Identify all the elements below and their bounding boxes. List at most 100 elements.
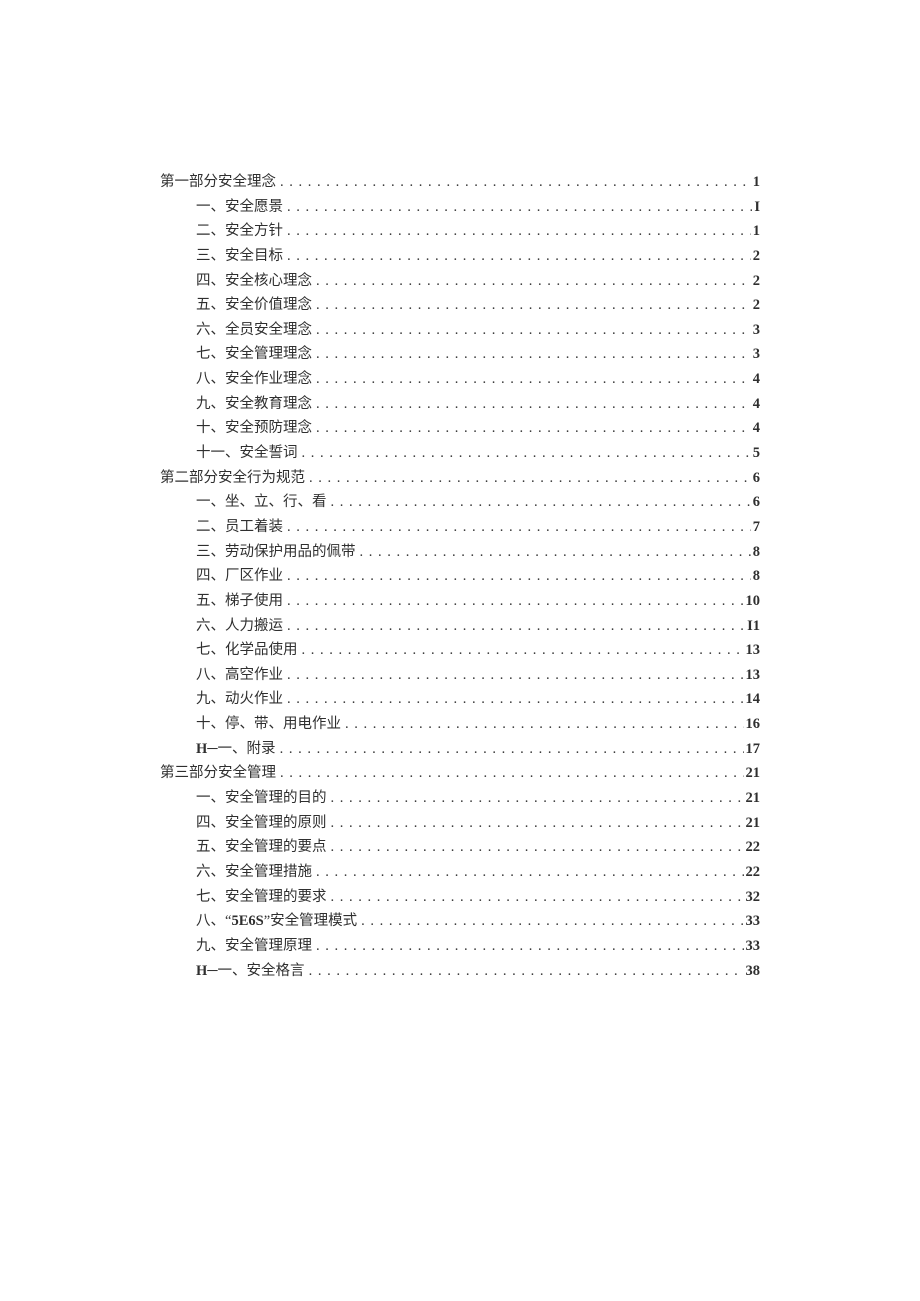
toc-entry: 九、安全教育理念 4 — [160, 392, 760, 417]
toc-leader-dots — [316, 269, 751, 294]
toc-entry: 五、梯子使用10 — [160, 589, 760, 614]
toc-leader-dots — [287, 614, 745, 639]
toc-entry-page: 2 — [751, 269, 760, 294]
toc-entry: 十、安全预防理念 4 — [160, 416, 760, 441]
toc-entry: 四、安全管理的原则 21 — [160, 811, 760, 836]
toc-leader-dots — [331, 811, 744, 836]
toc-entry-label: 第二部分安全行为规范 — [160, 466, 305, 491]
toc-leader-dots — [316, 367, 751, 392]
toc-entry-page: 6 — [751, 490, 760, 515]
document-page: 第一部分安全理念1一、安全愿景I二、安全方针1三、安全目标2四、安全核心理念2五… — [0, 0, 920, 1301]
toc-entry-page: 2 — [751, 293, 760, 318]
toc-leader-dots — [287, 515, 751, 540]
toc-leader-dots — [316, 934, 744, 959]
toc-entry-page: 3 — [751, 342, 760, 367]
toc-entry: 七、化学品使用 13 — [160, 638, 760, 663]
toc-entry: 十一、安全誓词5 — [160, 441, 760, 466]
toc-entry-page: 38 — [744, 959, 761, 984]
toc-entry-page: 21 — [744, 761, 761, 786]
toc-entry: 七、安全管理的要求32 — [160, 885, 760, 910]
toc-entry: 四、安全核心理念 2 — [160, 269, 760, 294]
toc-entry: 四、厂区作业8 — [160, 564, 760, 589]
toc-entry-label: 八、“5E6S”安全管理模式 — [196, 909, 357, 934]
toc-leader-dots — [309, 466, 751, 491]
toc-entry-page: 4 — [751, 416, 760, 441]
toc-entry-label: 一、安全管理的目的 — [196, 786, 327, 811]
toc-entry-page: 22 — [744, 860, 761, 885]
toc-entry: 八、高空作业13 — [160, 663, 760, 688]
toc-entry-page: 16 — [744, 712, 761, 737]
toc-leader-dots — [287, 687, 744, 712]
toc-leader-dots — [309, 959, 744, 984]
toc-entry-label: H─一、安全格言 — [196, 959, 305, 984]
toc-entry: 第三部分安全管理21 — [160, 761, 760, 786]
toc-entry-page: 6 — [751, 466, 760, 491]
toc-entry-label: 五、安全管理的要点 — [196, 835, 327, 860]
toc-entry: 二、员工着装 7 — [160, 515, 760, 540]
toc-entry-page: 14 — [744, 687, 761, 712]
toc-entry-label: 六、安全管理措施 — [196, 860, 312, 885]
toc-entry-label: 四、安全核心理念 — [196, 269, 312, 294]
toc-entry-page: 4 — [751, 367, 760, 392]
toc-entry: 三、安全目标2 — [160, 244, 760, 269]
toc-entry-label: 一、坐、立、行、看 — [196, 490, 327, 515]
toc-entry-label: 六、人力搬运 — [196, 614, 283, 639]
toc-entry-label: 二、员工着装 — [196, 515, 283, 540]
toc-entry-label: H─一、附录 — [196, 737, 276, 762]
toc-leader-dots — [331, 885, 744, 910]
toc-entry-page: 13 — [744, 663, 761, 688]
toc-entry-page: 22 — [744, 835, 761, 860]
toc-entry: 五、安全管理的要点 22 — [160, 835, 760, 860]
toc-entry: 八、安全作业理念4 — [160, 367, 760, 392]
toc-leader-dots — [331, 786, 744, 811]
toc-leader-dots — [287, 195, 752, 220]
toc-leader-dots — [280, 761, 744, 786]
toc-entry: 八、“5E6S”安全管理模式33 — [160, 909, 760, 934]
toc-entry-page: 5 — [751, 441, 760, 466]
toc-entry: 十、停、带、用电作业 16 — [160, 712, 760, 737]
toc-entry: 第一部分安全理念 1 — [160, 170, 760, 195]
toc-entry-label: 三、劳动保护用品的佩带 — [196, 540, 356, 565]
toc-entry-page: 8 — [751, 540, 760, 565]
toc-entry-label: 十、安全预防理念 — [196, 416, 312, 441]
table-of-contents: 第一部分安全理念1一、安全愿景I二、安全方针1三、安全目标2四、安全核心理念2五… — [160, 170, 760, 983]
toc-entry-page: 13 — [744, 638, 761, 663]
toc-leader-dots — [316, 392, 751, 417]
toc-entry: 五、安全价值理念 2 — [160, 293, 760, 318]
toc-entry-label: 七、化学品使用 — [196, 638, 298, 663]
toc-leader-dots — [361, 909, 743, 934]
toc-entry-label: 四、安全管理的原则 — [196, 811, 327, 836]
toc-entry-label: 十、停、带、用电作业 — [196, 712, 341, 737]
toc-leader-dots — [287, 244, 751, 269]
toc-entry-label: 五、安全价值理念 — [196, 293, 312, 318]
toc-entry-label: 七、安全管理的要求 — [196, 885, 327, 910]
toc-entry-label: 第一部分安全理念 — [160, 170, 276, 195]
toc-entry-page: 17 — [744, 737, 761, 762]
toc-entry-label: 六、全员安全理念 — [196, 318, 312, 343]
toc-leader-dots — [316, 293, 751, 318]
toc-entry: 一、坐、立、行、看 6 — [160, 490, 760, 515]
toc-entry-page: 2 — [751, 244, 760, 269]
toc-leader-dots — [287, 219, 751, 244]
toc-entry: H─一、安全格言 38 — [160, 959, 760, 984]
toc-entry: 九、动火作业 14 — [160, 687, 760, 712]
toc-entry-page: I — [752, 195, 760, 220]
toc-leader-dots — [316, 318, 751, 343]
toc-entry-page: 7 — [751, 515, 760, 540]
toc-entry-label: 七、安全管理理念 — [196, 342, 312, 367]
toc-entry: 七、安全管理理念 3 — [160, 342, 760, 367]
toc-leader-dots — [287, 663, 744, 688]
toc-entry-page: 10 — [744, 589, 761, 614]
toc-entry-label: 九、安全教育理念 — [196, 392, 312, 417]
toc-entry: 三、劳动保护用品的佩带 8 — [160, 540, 760, 565]
toc-leader-dots — [345, 712, 744, 737]
toc-entry-page: 4 — [751, 392, 760, 417]
toc-entry-page: 21 — [744, 811, 761, 836]
toc-entry-label: 九、动火作业 — [196, 687, 283, 712]
toc-entry: 六、全员安全理念3 — [160, 318, 760, 343]
toc-entry-page: I1 — [745, 614, 760, 639]
toc-entry: 一、安全管理的目的21 — [160, 786, 760, 811]
toc-leader-dots — [316, 416, 751, 441]
toc-entry-page: 1 — [751, 170, 760, 195]
toc-entry: 一、安全愿景I — [160, 195, 760, 220]
